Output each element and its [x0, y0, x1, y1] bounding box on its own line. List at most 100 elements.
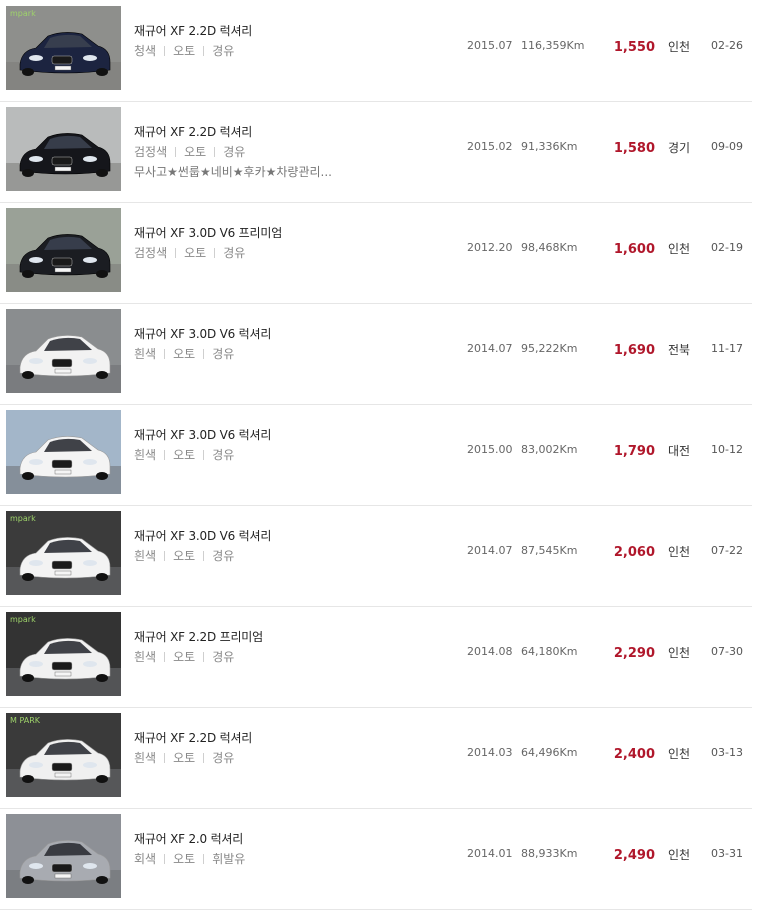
car-color: 흰색: [134, 549, 157, 563]
fuel-type: 경유: [212, 347, 235, 361]
region: 인천: [668, 646, 691, 660]
divider: [203, 854, 205, 864]
car-thumbnail[interactable]: mpark: [6, 6, 121, 90]
model-year: 2015.07: [467, 39, 513, 52]
car-thumbnail[interactable]: [6, 309, 121, 393]
listing-row[interactable]: 재규어 XF 3.0D V6 럭셔리 흰색 오토 경유 2015.00 83,002…: [0, 404, 752, 506]
listing-specs: 흰색 오토 경유: [134, 446, 234, 463]
fuel-type: 휘발유: [212, 852, 246, 866]
fuel-type: 경유: [212, 751, 235, 765]
transmission: 오토: [173, 44, 196, 58]
transmission: 오토: [173, 347, 196, 361]
model-year: 2014.01: [467, 847, 513, 860]
listing-title[interactable]: 재규어 XF 3.0D V6 럭셔리: [134, 426, 271, 443]
posted-date: 09-09: [711, 140, 743, 153]
car-photo: M PARK: [6, 713, 121, 797]
fuel-type: 경유: [212, 650, 235, 664]
car-color: 흰색: [134, 448, 157, 462]
car-color: 청색: [134, 44, 157, 58]
listing-title[interactable]: 재규어 XF 2.2D 럭셔리: [134, 22, 252, 39]
car-thumbnail[interactable]: mpark: [6, 612, 121, 696]
divider: [164, 652, 166, 662]
listing-title[interactable]: 재규어 XF 2.2D 럭셔리: [134, 123, 252, 140]
mileage: 87,545Km: [521, 544, 578, 557]
model-year: 2014.07: [467, 342, 513, 355]
listing-specs: 흰색 오토 경유: [134, 749, 234, 766]
watermark-logo: mpark: [10, 615, 36, 624]
car-color: 검정색: [134, 246, 168, 260]
car-photo: mpark: [6, 612, 121, 696]
car-color: 흰색: [134, 751, 157, 765]
region: 대전: [668, 444, 691, 458]
listing-title[interactable]: 재규어 XF 2.2D 럭셔리: [134, 729, 252, 746]
divider: [164, 349, 166, 359]
region: 인천: [668, 545, 691, 559]
listing-specs: 검정색 오토 경유: [134, 244, 245, 261]
car-color: 검정색: [134, 145, 168, 159]
fuel-type: 경유: [212, 549, 235, 563]
listing-row[interactable]: mpark 재규어 XF 3.0D V6 럭셔리 흰색 오토 경유 2014.07 …: [0, 505, 752, 607]
divider: [203, 450, 205, 460]
divider: [164, 46, 166, 56]
listing-row[interactable]: 재규어 XF 3.0D V6 럭셔리 흰색 오토 경유 2014.07 95,222…: [0, 303, 752, 405]
price: 2,290: [613, 646, 655, 661]
car-color: 흰색: [134, 347, 157, 361]
listing-title[interactable]: 재규어 XF 3.0D V6 럭셔리: [134, 527, 271, 544]
mileage: 116,359Km: [521, 39, 585, 52]
model-year: 2014.03: [467, 746, 513, 759]
posted-date: 03-31: [711, 847, 743, 860]
car-thumbnail[interactable]: [6, 208, 121, 292]
price: 2,490: [613, 848, 655, 863]
car-thumbnail[interactable]: [6, 410, 121, 494]
car-thumbnail[interactable]: mpark: [6, 511, 121, 595]
mileage: 98,468Km: [521, 241, 578, 254]
region: 전북: [668, 343, 691, 357]
transmission: 오토: [173, 751, 196, 765]
listing-row[interactable]: mpark 재규어 XF 2.2D 럭셔리 청색 오토 경유 2015.07 116…: [0, 0, 752, 102]
listing-title[interactable]: 재규어 XF 3.0D V6 럭셔리: [134, 325, 271, 342]
watermark-logo: mpark: [10, 9, 36, 18]
listing-row[interactable]: M PARK 재규어 XF 2.2D 럭셔리 흰색 오토 경유 2014.03 64…: [0, 707, 752, 809]
fuel-type: 경유: [212, 448, 235, 462]
transmission: 오토: [184, 145, 207, 159]
car-photo: [6, 309, 121, 393]
car-thumbnail[interactable]: M PARK: [6, 713, 121, 797]
fuel-type: 경유: [223, 246, 246, 260]
car-photo: [6, 814, 121, 898]
divider: [175, 147, 177, 157]
posted-date: 07-30: [711, 645, 743, 658]
listing-description: 무사고★썬룹★네비★후카★차량관리...: [134, 165, 332, 179]
price: 1,600: [613, 242, 655, 257]
car-photo: mpark: [6, 511, 121, 595]
car-photo: [6, 208, 121, 292]
posted-date: 11-17: [711, 342, 743, 355]
posted-date: 10-12: [711, 443, 743, 456]
mileage: 64,496Km: [521, 746, 578, 759]
divider: [164, 450, 166, 460]
listing-specs: 흰색 오토 경유: [134, 345, 234, 362]
region: 경기: [668, 141, 691, 155]
car-thumbnail[interactable]: [6, 814, 121, 898]
listing-title[interactable]: 재규어 XF 3.0D V6 프리미엄: [134, 224, 282, 241]
posted-date: 02-26: [711, 39, 743, 52]
price: 1,550: [613, 40, 655, 55]
mileage: 64,180Km: [521, 645, 578, 658]
price: 1,580: [613, 141, 655, 156]
listing-specs: 흰색 오토 경유: [134, 648, 234, 665]
divider: [203, 349, 205, 359]
transmission: 오토: [173, 448, 196, 462]
divider: [214, 147, 216, 157]
car-photo: [6, 410, 121, 494]
listing-row[interactable]: 재규어 XF 3.0D V6 프리미엄 검정색 오토 경유 2012.20 98,4…: [0, 202, 752, 304]
model-year: 2014.08: [467, 645, 513, 658]
car-color: 회색: [134, 852, 157, 866]
car-thumbnail[interactable]: [6, 107, 121, 191]
listing-title[interactable]: 재규어 XF 2.2D 프리미엄: [134, 628, 263, 645]
divider: [164, 854, 166, 864]
listing-row[interactable]: 재규어 XF 2.0 럭셔리 회색 오토 휘발유 2014.01 88,933Km …: [0, 808, 752, 910]
model-year: 2014.07: [467, 544, 513, 557]
listing-title[interactable]: 재규어 XF 2.0 럭셔리: [134, 830, 243, 847]
listing-row[interactable]: mpark 재규어 XF 2.2D 프리미엄 흰색 오토 경유 2014.08 64…: [0, 606, 752, 708]
region: 인천: [668, 747, 691, 761]
listing-row[interactable]: 재규어 XF 2.2D 럭셔리 검정색 오토 경유 무사고★썬룹★네비★후카★차량관…: [0, 101, 752, 203]
